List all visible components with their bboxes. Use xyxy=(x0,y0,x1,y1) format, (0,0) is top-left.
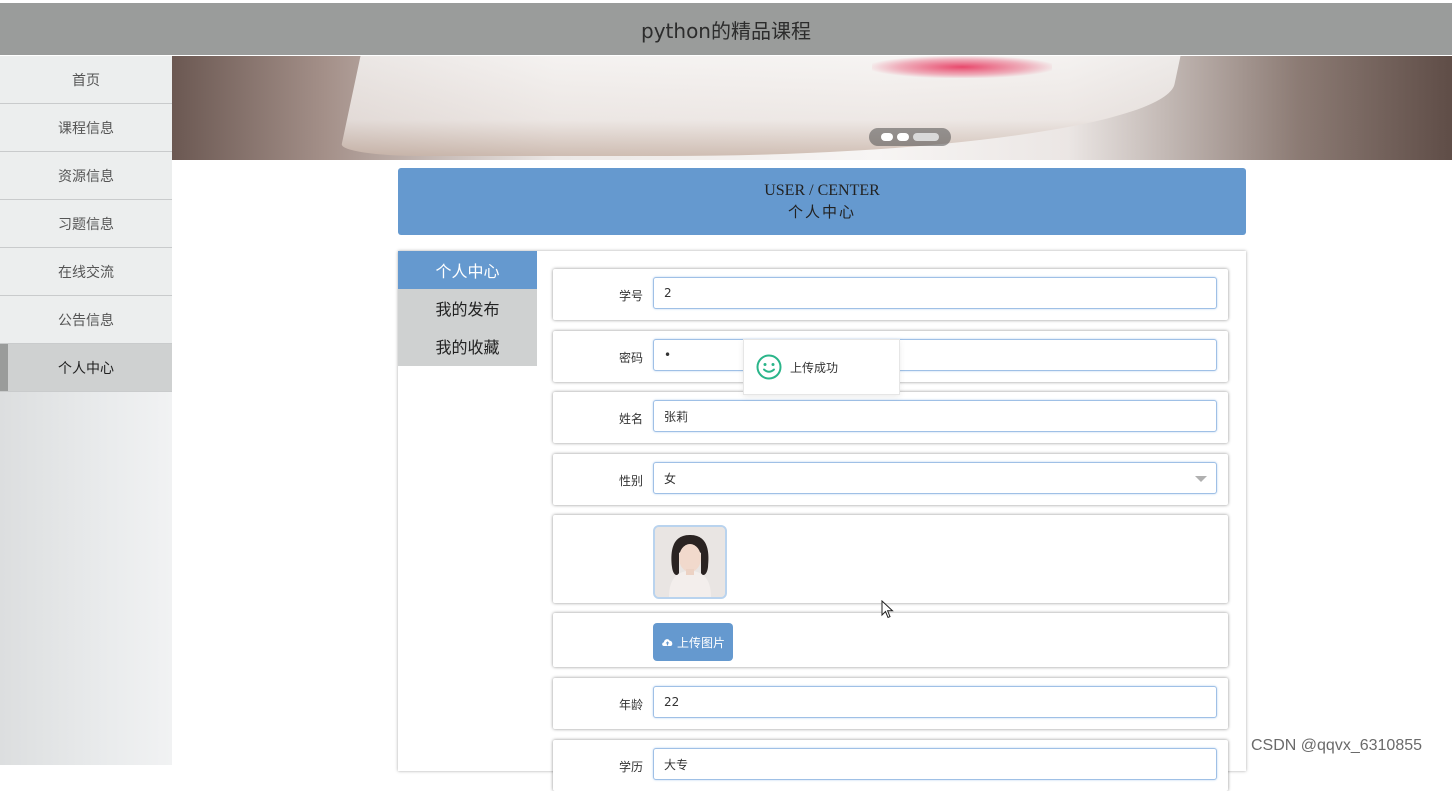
user-center-header: USER / CENTER 个人中心 xyxy=(398,168,1246,235)
sidebar-item-home[interactable]: 首页 xyxy=(0,56,172,104)
education-label: 学历 xyxy=(618,760,643,774)
gender-select[interactable]: 女 xyxy=(653,462,1217,494)
banner-ribbon xyxy=(872,56,1052,78)
form-row-student-id: 学号 2 xyxy=(553,269,1228,320)
subnav-my-favorites[interactable]: 我的收藏 xyxy=(398,327,537,365)
name-label: 姓名 xyxy=(618,412,643,426)
form-row-age: 年龄 22 xyxy=(553,678,1228,729)
carousel-dot[interactable] xyxy=(897,133,909,141)
carousel-dot-active[interactable] xyxy=(913,133,939,141)
age-input[interactable]: 22 xyxy=(653,686,1217,718)
carousel-dot[interactable] xyxy=(881,133,893,141)
sidebar-item-courses[interactable]: 课程信息 xyxy=(0,104,172,152)
sidebar-item-exercises[interactable]: 习题信息 xyxy=(0,200,172,248)
banner-book-image xyxy=(339,56,1185,156)
form-row-education: 学历 大专 xyxy=(553,740,1228,791)
carousel-indicator xyxy=(869,128,951,146)
upload-button-label: 上传图片 xyxy=(676,635,725,650)
form-row-avatar xyxy=(553,515,1228,603)
header-title-zh: 个人中心 xyxy=(787,204,856,221)
sidebar-item-forum[interactable]: 在线交流 xyxy=(0,248,172,296)
chevron-down-icon xyxy=(1195,476,1207,482)
toast-message: 上传成功 xyxy=(790,360,839,375)
header-title-en: USER / CENTER xyxy=(764,181,880,199)
password-input[interactable]: • xyxy=(653,339,1217,371)
upload-image-button[interactable]: 上传图片 xyxy=(653,623,733,661)
user-center-panel: 个人中心 我的发布 我的收藏 学号 2 密码 • 姓名 张莉 性别 女 上传图片… xyxy=(398,251,1246,791)
form-row-name: 姓名 张莉 xyxy=(553,392,1228,443)
mouse-cursor-icon xyxy=(881,600,894,619)
upload-success-toast: 上传成功 xyxy=(743,339,900,395)
gender-label: 性别 xyxy=(618,474,643,488)
watermark: CSDN @qqvx_6310855 xyxy=(1251,737,1423,754)
age-label: 年龄 xyxy=(618,698,643,712)
sidebar-item-user-center[interactable]: 个人中心 xyxy=(0,344,172,392)
student-id-label: 学号 xyxy=(618,289,643,303)
sub-navigation: 个人中心 我的发布 我的收藏 xyxy=(398,251,537,366)
top-header: python的精品课程 xyxy=(0,3,1452,55)
avatar[interactable] xyxy=(653,525,727,599)
sidebar-item-announcements[interactable]: 公告信息 xyxy=(0,296,172,344)
subnav-user-center[interactable]: 个人中心 xyxy=(398,251,537,289)
education-input[interactable]: 大专 xyxy=(653,748,1217,780)
name-input[interactable]: 张莉 xyxy=(653,400,1217,432)
form-row-upload: 上传图片 xyxy=(553,613,1228,667)
site-title: python的精品课程 xyxy=(641,18,811,43)
banner-carousel[interactable] xyxy=(172,56,1452,160)
sidebar-item-resources[interactable]: 资源信息 xyxy=(0,152,172,200)
student-id-input[interactable]: 2 xyxy=(653,277,1217,309)
form-row-gender: 性别 女 xyxy=(553,454,1228,505)
sidebar: 首页 课程信息 资源信息 习题信息 在线交流 公告信息 个人中心 xyxy=(0,56,172,765)
portrait-image xyxy=(655,527,725,597)
password-label: 密码 xyxy=(618,351,643,365)
subnav-my-posts[interactable]: 我的发布 xyxy=(398,289,537,327)
gender-selected-value: 女 xyxy=(664,471,677,486)
smile-icon xyxy=(756,354,782,380)
cloud-upload-icon xyxy=(662,639,673,646)
